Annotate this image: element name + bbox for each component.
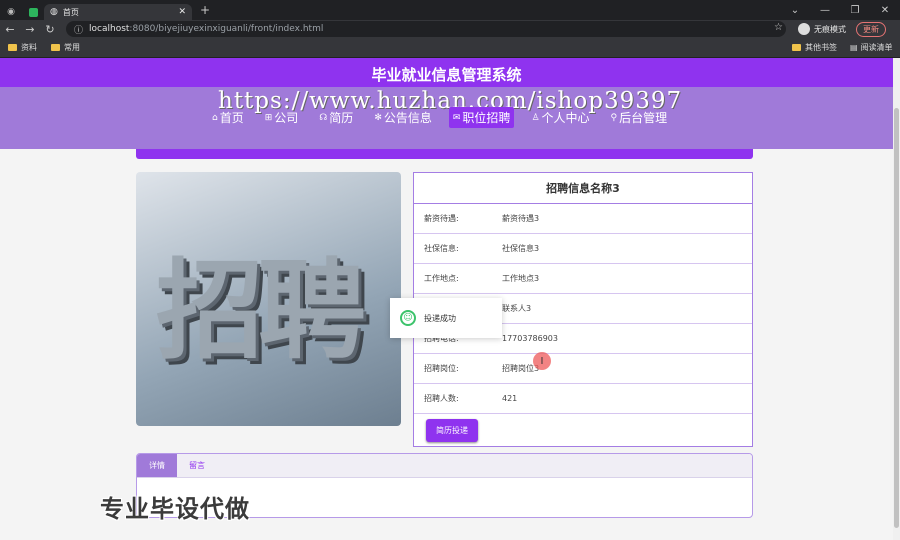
- scrollbar-thumb[interactable]: [894, 108, 899, 528]
- bookmark-star-icon[interactable]: ☆: [774, 22, 783, 33]
- link-icon: ⚲: [610, 112, 618, 123]
- resume-icon: ☊: [319, 112, 328, 123]
- close-tab-icon[interactable]: ✕: [178, 7, 186, 17]
- menu-item-jobs[interactable]: ✉ 职位招聘: [448, 107, 515, 128]
- tabs-header: 详情 留言: [137, 454, 752, 478]
- tab-comments[interactable]: 留言: [177, 454, 217, 477]
- minimize-icon[interactable]: —: [810, 5, 840, 16]
- detail-footer: 简历投递: [414, 414, 752, 446]
- menu-item-home[interactable]: ⌂ 首页: [208, 107, 248, 128]
- menu-item-profile[interactable]: ♙ 个人中心: [527, 107, 593, 128]
- active-tab[interactable]: ◍ 首页 ✕: [44, 4, 192, 20]
- url-path: :8080/biyejiuyexinxiguanli/front/index.h…: [129, 24, 324, 34]
- detail-row: 招聘岗位: 招聘岗位3: [414, 354, 752, 384]
- browser-tab-bar: ◉ ◍ 首页 ✕ + ⌄ — ❐ ✕: [0, 0, 900, 20]
- url-host: localhost: [89, 24, 130, 34]
- incognito-icon: [798, 23, 810, 35]
- detail-row: 薪资待遇: 薪资待遇3: [414, 204, 752, 234]
- text-cursor-icon: I: [533, 352, 551, 370]
- back-icon[interactable]: ←: [0, 23, 20, 36]
- reading-list[interactable]: ▤ 阅读清单: [850, 42, 893, 53]
- notice-icon: ✻: [374, 112, 382, 123]
- forward-icon[interactable]: →: [20, 23, 40, 36]
- detail-row: 社保信息: 社保信息3: [414, 234, 752, 264]
- watermark-bottom: 专业毕设代做: [100, 495, 250, 523]
- folder-icon: [792, 44, 801, 51]
- grid-icon: ⊞: [264, 112, 273, 123]
- submit-resume-button[interactable]: 简历投递: [426, 418, 478, 442]
- address-bar: ← → ↻ ⓘ localhost:8080/biyejiuyexinxigua…: [0, 20, 900, 38]
- site-header: 毕业就业信息管理系统 https://www.huzhan.com/ishop3…: [0, 58, 893, 149]
- reload-icon[interactable]: ↻: [40, 23, 60, 36]
- globe-icon: ◍: [50, 7, 58, 17]
- user-icon: ♙: [531, 112, 540, 123]
- job-title: 招聘信息名称3: [414, 173, 752, 204]
- menu-item-notices[interactable]: ✻ 公告信息: [370, 107, 436, 128]
- incognito-label: 无痕模式: [814, 24, 846, 34]
- menu-item-resume[interactable]: ☊ 简历: [315, 107, 357, 128]
- mail-icon: ✉: [452, 112, 461, 123]
- toast-message: 投递成功: [424, 313, 456, 323]
- browser-menu-icon[interactable]: ◉: [0, 4, 22, 20]
- section-band: [136, 149, 753, 159]
- bookmark-folder[interactable]: 常用: [51, 42, 80, 53]
- detail-row: 工作地点: 工作地点3: [414, 264, 752, 294]
- tab-details[interactable]: 详情: [137, 454, 177, 477]
- update-button[interactable]: 更新: [856, 22, 886, 37]
- pinned-tab-icon[interactable]: [22, 4, 44, 20]
- smile-icon: ☺: [400, 310, 416, 326]
- incognito-indicator[interactable]: 无痕模式: [798, 23, 846, 35]
- folder-icon: [8, 44, 17, 51]
- menu-item-company[interactable]: ⊞ 公司: [261, 107, 303, 128]
- reading-list-icon: ▤: [850, 43, 858, 52]
- site-info-icon[interactable]: ⓘ: [74, 23, 83, 36]
- success-toast: ☺ 投递成功: [390, 298, 502, 338]
- job-image: 招聘: [136, 172, 401, 426]
- folder-icon: [51, 44, 60, 51]
- tab-title: 首页: [62, 7, 79, 17]
- title-strip: 毕业就业信息管理系统: [0, 58, 893, 87]
- close-window-icon[interactable]: ✕: [870, 5, 900, 16]
- page-scrollbar[interactable]: [893, 58, 900, 540]
- tab-search-icon[interactable]: ⌄: [780, 5, 810, 16]
- menu-item-admin[interactable]: ⚲ 后台管理: [607, 107, 672, 128]
- bookmark-folder[interactable]: 资料: [8, 42, 37, 53]
- home-icon: ⌂: [212, 112, 218, 123]
- detail-row: 招聘人数: 421: [414, 384, 752, 414]
- maximize-icon[interactable]: ❐: [840, 5, 870, 16]
- job-image-text: 招聘: [156, 249, 366, 374]
- url-field[interactable]: ⓘ localhost:8080/biyejiuyexinxiguanli/fr…: [66, 21, 786, 37]
- bookmarks-bar: 资料 常用 其他书签 ▤ 阅读清单: [0, 38, 900, 58]
- main-menu: ⌂ 首页 ⊞ 公司 ☊ 简历 ✻ 公告信息 ✉ 职位招聘 ♙ 个人中心 ⚲ 后台管理: [208, 107, 684, 128]
- other-bookmarks[interactable]: 其他书签: [792, 42, 837, 53]
- site-title: 毕业就业信息管理系统: [371, 66, 522, 84]
- new-tab-button[interactable]: +: [200, 3, 210, 17]
- window-controls: ⌄ — ❐ ✕: [780, 0, 900, 20]
